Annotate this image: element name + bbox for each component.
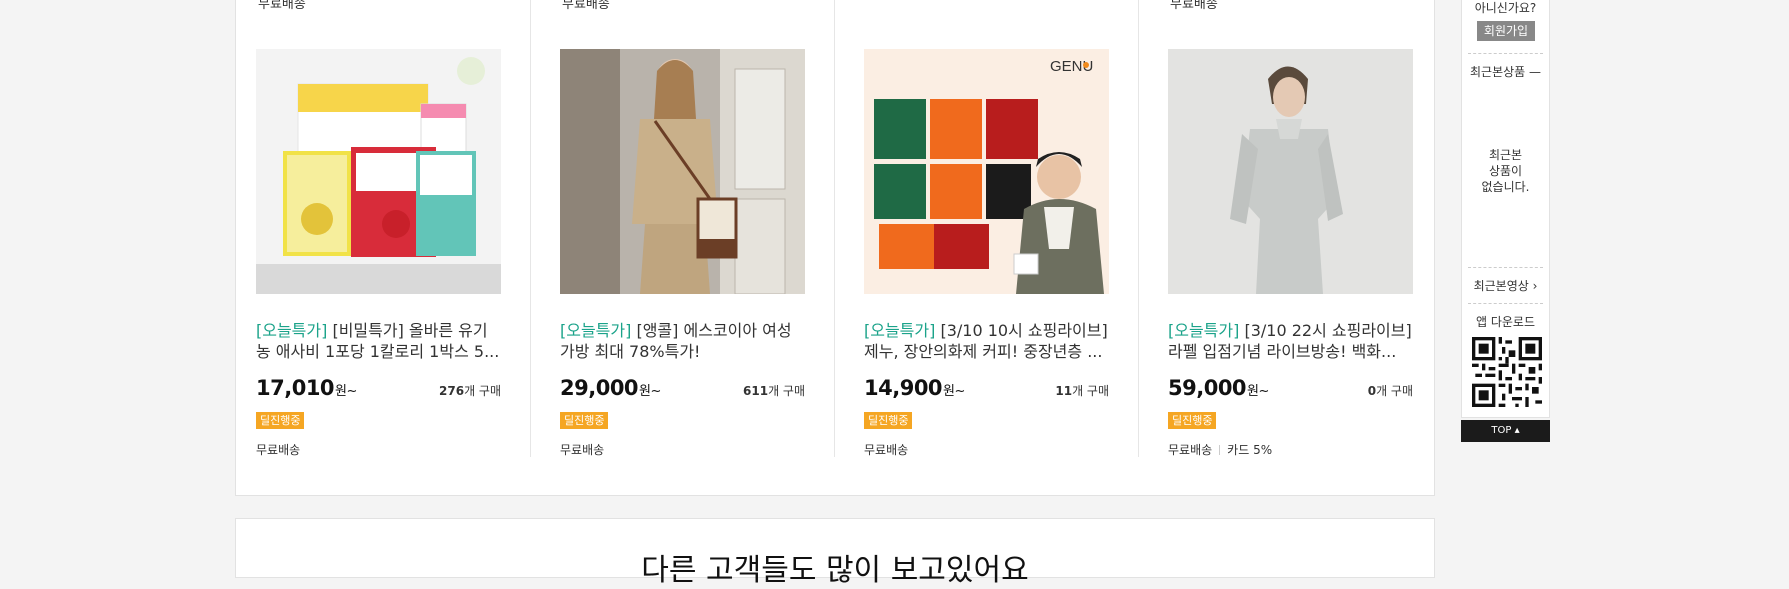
product-image[interactable] xyxy=(1168,49,1413,294)
divider xyxy=(1219,444,1221,455)
promo-tag: [오늘특가] xyxy=(864,321,936,340)
deal-badge: 딜진행중 xyxy=(864,412,913,429)
divider xyxy=(1468,303,1543,304)
join-button[interactable]: 회원가입 xyxy=(1477,21,1535,41)
product-card[interactable]: [오늘특가] [3/10 22시 쇼핑라이브] 라펠 입점기념 라이브방송! 백… xyxy=(1168,49,1413,458)
product-photo-woman-bag xyxy=(560,49,805,294)
app-download-label: 앱 다운로드 xyxy=(1475,315,1535,329)
product-title[interactable]: [오늘특가] [3/10 10시 쇼핑라이브] 제누, 장안의화제 커피! 중장… xyxy=(864,320,1109,362)
title-text-line2: 제누, 장안의화제 커피! 중장년층 ... xyxy=(864,342,1103,361)
sold-count-value: 276 xyxy=(439,384,465,398)
price-unit: 원~ xyxy=(639,384,661,399)
card-benefit-label: 카드 5% xyxy=(1227,443,1273,457)
title-text: [3/10 10시 쇼핑라이브] xyxy=(935,321,1108,340)
title-text-line2: 농 애사비 1포당 1칼로리 1박스 5... xyxy=(256,342,500,361)
price-value: 14,900 xyxy=(864,376,943,400)
sold-count: 276개 구매 xyxy=(439,382,501,399)
sold-count-suffix: 개 구매 xyxy=(464,384,501,398)
next-section-panel: 다른 고객들도 많이 보고있어요 xyxy=(235,518,1435,588)
product-photo-woman-shirt xyxy=(1168,49,1413,294)
product-card[interactable]: [오늘특가] [비밀특가] 올바른 유기 농 애사비 1포당 1칼로리 1박스 … xyxy=(256,49,501,458)
product-image[interactable] xyxy=(560,49,805,294)
shipping-label: 무료배송 xyxy=(256,443,301,457)
sold-count: 0개 구매 xyxy=(1368,382,1413,399)
shipping-label: 무료배송 xyxy=(1168,443,1213,457)
deal-badge: 딜진행중 xyxy=(256,412,305,429)
shipping-row: 무료배송 xyxy=(864,441,1109,458)
product-title[interactable]: [오늘특가] [3/10 22시 쇼핑라이브] 라펠 입점기념 라이브방송! 백… xyxy=(1168,320,1413,362)
price-unit: 원~ xyxy=(1247,384,1269,399)
right-sidebar: 아니신가요? 회원가입 최근본상품 — 최근본 상품이 없습니다. 최근본영상 … xyxy=(1461,0,1550,418)
price-row: 17,010원~ 276개 구매 xyxy=(256,376,501,400)
prev-row-shipping-label: 무료배송 xyxy=(258,0,306,12)
column-divider xyxy=(1138,0,1139,457)
product-photo-supplements xyxy=(256,49,501,294)
section-heading: 다른 고객들도 많이 보고있어요 xyxy=(641,553,1029,588)
scroll-top-button[interactable]: TOP ▴ xyxy=(1461,420,1550,442)
sold-count-value: 611 xyxy=(743,384,769,398)
title-text-line2: 가방 최대 78%특가! xyxy=(560,342,701,361)
sold-count: 611개 구매 xyxy=(743,382,805,399)
product-grid-panel: 무료배송 무료배송 무료배송 [오늘특가] [비밀특가] 올바른 유기 농 애사… xyxy=(235,0,1435,496)
prev-row-shipping-label: 무료배송 xyxy=(1170,0,1218,12)
sold-count-value: 0 xyxy=(1367,384,1377,398)
shipping-row: 무료배송 xyxy=(256,441,501,458)
deal-badge: 딜진행중 xyxy=(1168,412,1217,429)
sold-count: 11개 구매 xyxy=(1055,382,1109,399)
column-divider xyxy=(530,0,531,457)
product-card[interactable]: GENU [오늘특가] [3/10 10시 쇼핑라이브] 제누, 장안의화제 커… xyxy=(864,49,1109,458)
sold-count-suffix: 개 구매 xyxy=(768,384,805,398)
qr-code-icon[interactable] xyxy=(1472,337,1542,407)
recent-products-toggle[interactable]: 최근본상품 — xyxy=(1462,63,1549,80)
login-prompt-text: 아니신가요? xyxy=(1474,1,1537,15)
sold-count-suffix: 개 구매 xyxy=(1376,384,1413,398)
sold-count-value: 11 xyxy=(1055,384,1073,398)
title-text: [비밀특가] 올바른 유기 xyxy=(327,321,488,340)
price: 14,900원~ xyxy=(864,376,965,400)
deal-badge: 딜진행중 xyxy=(560,412,609,429)
product-image[interactable]: GENU xyxy=(864,49,1109,294)
product-card[interactable]: [오늘특가] [앵콜] 에스코이아 여성 가방 최대 78%특가! 29,000… xyxy=(560,49,805,458)
recent-empty-message: 최근본 상품이 없습니다. xyxy=(1481,148,1530,194)
promo-tag: [오늘특가] xyxy=(560,321,632,340)
price-row: 14,900원~ 11개 구매 xyxy=(864,376,1109,400)
price-value: 29,000 xyxy=(560,376,639,400)
title-text: [앵콜] 에스코이아 여성 xyxy=(631,321,792,340)
price-unit: 원~ xyxy=(335,384,357,399)
product-title[interactable]: [오늘특가] [앵콜] 에스코이아 여성 가방 최대 78%특가! xyxy=(560,320,805,362)
shipping-label: 무료배송 xyxy=(560,443,605,457)
prev-row-shipping-label: 무료배송 xyxy=(562,0,610,12)
sold-count-suffix: 개 구매 xyxy=(1072,384,1109,398)
product-title[interactable]: [오늘특가] [비밀특가] 올바른 유기 농 애사비 1포당 1칼로리 1박스 … xyxy=(256,320,501,362)
title-text-line2: 라펠 입점기념 라이브방송! 백화... xyxy=(1168,342,1397,361)
price: 59,000원~ xyxy=(1168,376,1269,400)
product-image[interactable] xyxy=(256,49,501,294)
price: 17,010원~ xyxy=(256,376,357,400)
divider xyxy=(1468,267,1543,268)
title-text: [3/10 22시 쇼핑라이브] xyxy=(1239,321,1412,340)
price-row: 59,000원~ 0개 구매 xyxy=(1168,376,1413,400)
divider xyxy=(1468,53,1543,54)
price: 29,000원~ xyxy=(560,376,661,400)
promo-tag: [오늘특가] xyxy=(1168,321,1240,340)
shipping-row: 무료배송 카드 5% xyxy=(1168,441,1413,458)
price-unit: 원~ xyxy=(943,384,965,399)
product-photo-coffee: GENU xyxy=(864,49,1109,294)
column-divider xyxy=(834,0,835,457)
recent-video-link[interactable]: 최근본영상 › xyxy=(1462,277,1549,294)
price-row: 29,000원~ 611개 구매 xyxy=(560,376,805,400)
shipping-row: 무료배송 xyxy=(560,441,805,458)
price-value: 59,000 xyxy=(1168,376,1247,400)
shipping-label: 무료배송 xyxy=(864,443,909,457)
price-value: 17,010 xyxy=(256,376,335,400)
promo-tag: [오늘특가] xyxy=(256,321,328,340)
